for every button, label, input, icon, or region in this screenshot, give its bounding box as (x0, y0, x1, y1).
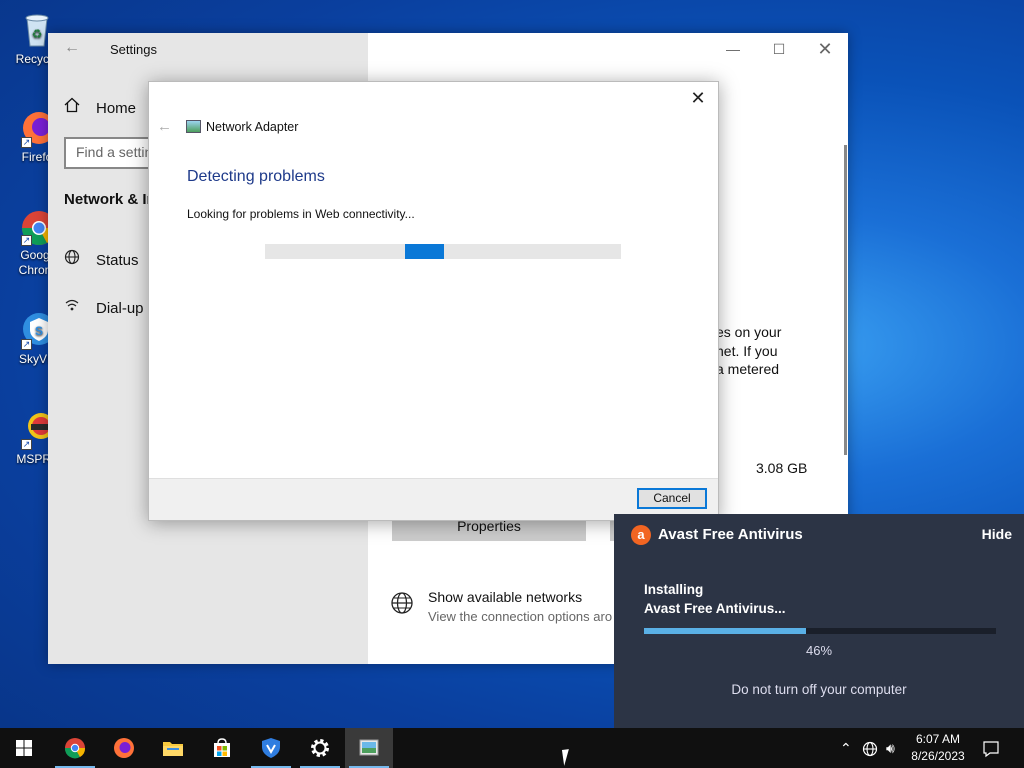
show-networks-title: Show available networks (428, 589, 583, 605)
sidebar-item-home[interactable]: Home (64, 97, 136, 117)
shortcut-arrow-icon: ↗ (21, 439, 32, 450)
svg-text:♻: ♻ (32, 27, 43, 41)
taskbar-firefox[interactable] (100, 728, 148, 768)
dialog-title: Network Adapter (206, 120, 299, 134)
shortcut-arrow-icon: ↗ (21, 235, 32, 246)
taskbar-network-troubleshooter[interactable] (345, 728, 393, 768)
close-button[interactable]: ✕ (802, 33, 848, 65)
dialup-icon (64, 297, 84, 317)
sidebar-item-status[interactable]: Status (64, 249, 139, 269)
section-title: Network & In (64, 191, 156, 208)
clock-time: 6:07 AM (915, 732, 961, 746)
desktop-icon-label: Goog Chron (18, 248, 52, 277)
volume-icon[interactable]: 🔊︎ (886, 728, 895, 768)
troubleshooter-dialog: ✕ ← Network Adapter Detecting problems L… (148, 81, 719, 521)
install-progress-fill (644, 628, 806, 634)
network-adapter-icon (186, 120, 201, 133)
cancel-button[interactable]: Cancel (637, 488, 707, 509)
dialog-heading: Detecting problems (187, 168, 325, 185)
notification-center-icon[interactable] (982, 728, 1000, 768)
shortcut-arrow-icon: ↗ (21, 137, 32, 148)
scrollbar[interactable] (844, 145, 847, 455)
content-line: es on your (716, 324, 782, 340)
home-icon (64, 97, 84, 117)
search-placeholder: Find a settin (76, 144, 153, 160)
dialog-close-button[interactable]: ✕ (686, 86, 710, 110)
avast-title: Avast Free Antivirus (658, 526, 803, 543)
installing-line-1: Installing (644, 582, 704, 597)
hide-button[interactable]: Hide (982, 526, 1012, 542)
install-percent: 46% (805, 643, 833, 658)
start-button[interactable] (0, 728, 48, 768)
network-adapter-icon (359, 739, 379, 756)
network-globe-tray-icon[interactable] (862, 728, 878, 768)
taskbar-clock[interactable]: 6:07 AM 8/26/2023 (898, 731, 978, 765)
data-usage-value: 3.08 GB (756, 460, 808, 476)
sidebar-item-label: Dial-up (96, 300, 144, 317)
avast-install-popup: a Avast Free Antivirus Hide Installing A… (614, 514, 1024, 728)
chrome-icon (64, 738, 86, 759)
avast-logo-icon: a (631, 525, 651, 545)
shortcut-arrow-icon: ↗ (21, 339, 32, 350)
installing-line-2: Avast Free Antivirus... (644, 601, 786, 616)
install-warning: Do not turn off your computer (731, 682, 907, 697)
store-icon (214, 738, 230, 757)
marquee-progress-bar (265, 244, 621, 259)
taskbar-settings[interactable] (296, 728, 344, 768)
content-line: net. If you (716, 342, 778, 359)
taskbar-file-explorer[interactable] (149, 728, 197, 768)
folder-icon (163, 742, 183, 756)
dialog-back-arrow-icon[interactable]: ← (157, 118, 172, 135)
firefox-icon (114, 738, 134, 758)
taskbar: ⌃ 🔊︎ 6:07 AM 8/26/2023 (0, 728, 1024, 768)
taskbar-microsoft-store[interactable] (198, 728, 246, 768)
network-globe-icon (390, 591, 414, 621)
windows-logo-icon (16, 740, 32, 756)
dialog-status-text: Looking for problems in Web connectivity… (187, 207, 415, 221)
taskbar-vpn[interactable] (247, 728, 295, 768)
minimize-button[interactable]: — (710, 33, 756, 65)
svg-text:S: S (35, 324, 43, 338)
back-arrow-icon[interactable]: ← (64, 39, 80, 57)
install-progress-bar (644, 628, 996, 634)
show-networks-desc: View the connection options aro (428, 609, 613, 624)
sidebar-item-label: Status (96, 252, 139, 269)
sidebar-item-dialup[interactable]: Dial-up (64, 297, 144, 317)
home-label: Home (96, 100, 137, 117)
maximize-button[interactable]: ☐ (756, 33, 802, 65)
marquee-chunk (405, 244, 444, 259)
globe-icon (64, 249, 84, 269)
clock-date: 8/26/2023 (911, 749, 965, 763)
chevron-up-icon[interactable]: ⌃ (840, 728, 852, 768)
content-line: a metered (716, 361, 780, 377)
vpn-shield-icon (262, 738, 280, 758)
gear-icon (311, 739, 329, 757)
mouse-cursor-icon (561, 748, 579, 766)
window-title: Settings (110, 42, 157, 57)
content-text-fragment: es on your net. If you a metered (716, 323, 836, 379)
taskbar-chrome[interactable] (51, 728, 99, 768)
